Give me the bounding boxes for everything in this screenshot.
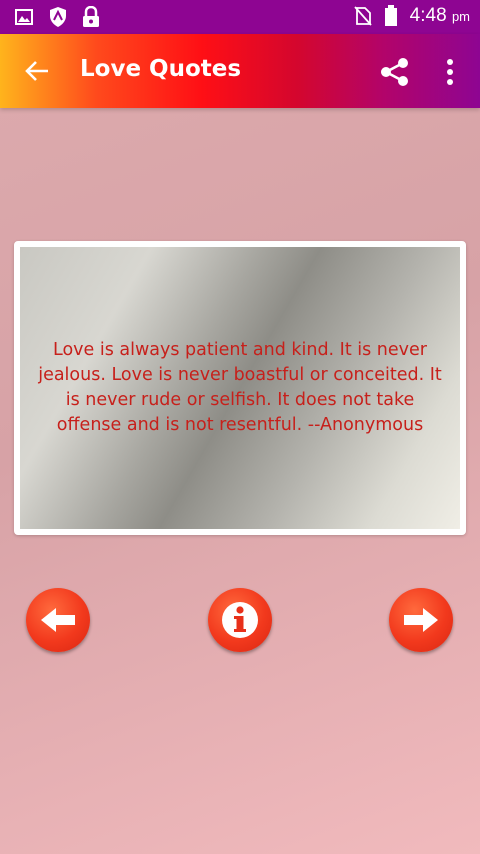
status-bar: 4:48 pm (0, 0, 480, 34)
info-icon (222, 602, 258, 638)
quote-text: Love is always patient and kind. It is n… (38, 340, 442, 435)
quote-card: Love is always patient and kind. It is n… (14, 241, 466, 535)
status-right: 4:48 pm (353, 5, 470, 27)
back-button[interactable] (20, 54, 54, 88)
info-button[interactable] (208, 588, 272, 652)
more-options-button[interactable] (438, 56, 462, 88)
app-bar: Love Quotes (0, 34, 480, 108)
arrow-left-icon (41, 608, 75, 632)
more-vert-icon (447, 59, 453, 85)
previous-quote-button[interactable] (26, 588, 90, 652)
status-time: 4:48 pm (409, 5, 470, 26)
lock-icon (83, 6, 99, 27)
status-left-icons (14, 6, 100, 28)
share-icon (381, 58, 408, 86)
back-arrow-icon (25, 61, 48, 81)
share-button[interactable] (378, 55, 412, 89)
next-quote-button[interactable] (389, 588, 453, 652)
image-icon (15, 9, 33, 25)
page-title: Love Quotes (80, 56, 242, 82)
arrow-right-icon (404, 608, 438, 632)
battery-icon (384, 5, 397, 26)
shield-icon (50, 7, 66, 27)
no-sim-icon (353, 6, 372, 26)
